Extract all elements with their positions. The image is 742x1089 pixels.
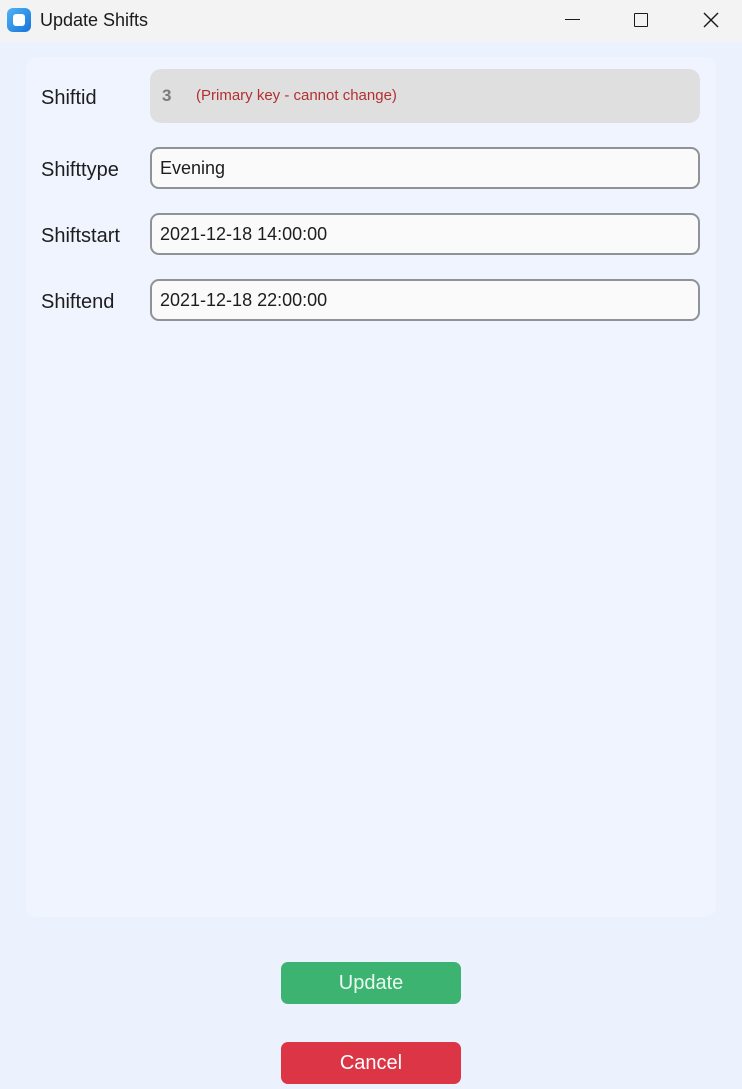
shiftstart-label: Shiftstart (41, 225, 120, 247)
minimize-button[interactable] (537, 0, 607, 40)
update-button[interactable]: Update (281, 962, 461, 1004)
cancel-button[interactable]: Cancel (281, 1042, 461, 1084)
shiftstart-input[interactable] (150, 213, 700, 255)
shiftend-label: Shiftend (41, 291, 115, 313)
shiftid-value: 3 (162, 86, 172, 105)
update-shifts-window: Update Shifts Shiftid 3 (Primary key - c… (0, 0, 742, 1089)
window-title: Update Shifts (40, 10, 149, 30)
title-bar[interactable]: Update Shifts (0, 0, 742, 42)
shifttype-label: Shifttype (41, 159, 119, 181)
minimize-icon (565, 19, 580, 20)
form-panel: Shiftid 3 (Primary key - cannot change) … (26, 57, 716, 917)
primary-key-note: (Primary key - cannot change) (196, 87, 397, 104)
close-button[interactable] (676, 0, 742, 40)
shifttype-input[interactable] (150, 147, 700, 189)
close-icon (703, 12, 719, 28)
shiftend-input[interactable] (150, 279, 700, 321)
app-icon (7, 8, 31, 32)
maximize-button[interactable] (606, 0, 676, 40)
shiftid-readonly-field: 3 (Primary key - cannot change) (150, 69, 700, 123)
maximize-icon (634, 13, 648, 27)
shiftid-label: Shiftid (41, 87, 97, 109)
